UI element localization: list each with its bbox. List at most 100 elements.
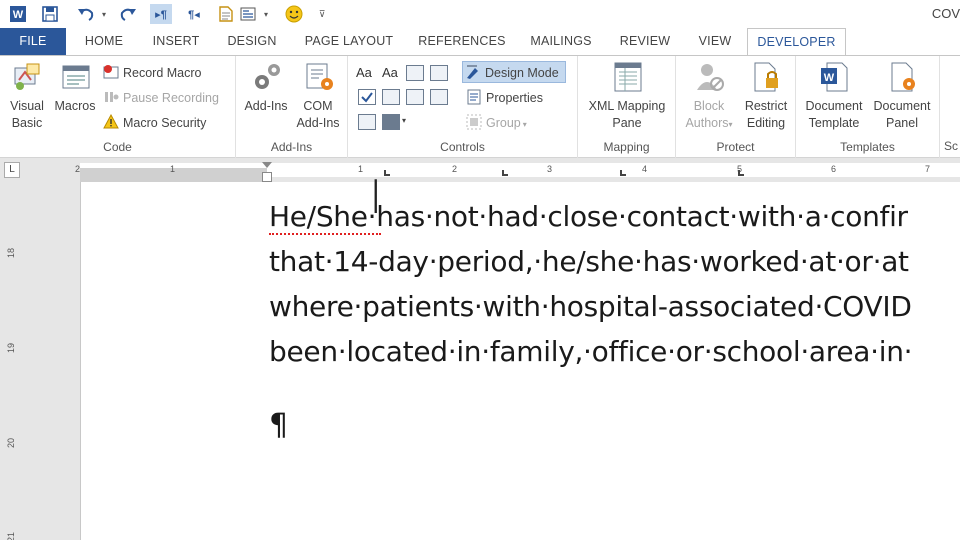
dropdown-list-control-icon[interactable] — [406, 89, 424, 105]
rtl-paragraph-icon[interactable]: ¶◂ — [184, 4, 204, 24]
rich-text-control[interactable]: Aa — [356, 62, 372, 84]
visual-basic-button[interactable]: Visual Basic — [4, 60, 50, 132]
block-authors-label-1: Block — [693, 99, 725, 113]
ribbon-tabs: FILE HOME INSERT DESIGN PAGE LAYOUT REFE… — [0, 28, 960, 56]
document-line[interactable]: where·patients·with·hospital-associated·… — [269, 290, 912, 323]
macros-button[interactable]: Macros — [52, 60, 98, 115]
properties-button[interactable]: Properties — [466, 87, 543, 109]
tab-review[interactable]: REVIEW — [612, 28, 678, 55]
text-box-icon[interactable] — [238, 4, 258, 24]
add-ins-button[interactable]: Add-Ins — [240, 60, 292, 115]
word-app-icon[interactable]: W — [8, 4, 28, 24]
horizontal-ruler[interactable]: L 2 1 1 2 3 4 5 6 7 — [0, 158, 960, 182]
paragraph-mark: ¶ — [269, 408, 289, 443]
com-add-ins-label-1: COM — [303, 99, 333, 113]
tab-home[interactable]: HOME — [74, 28, 134, 55]
com-add-ins-icon — [302, 60, 334, 96]
legacy-tools-dropdown-icon[interactable]: ▾ — [402, 110, 406, 132]
document-panel-icon — [886, 60, 918, 96]
checkbox-control-icon[interactable] — [358, 89, 376, 105]
document-title: COV — [931, 6, 960, 21]
block-authors-label-2: Authors — [685, 116, 729, 130]
tab-insert[interactable]: INSERT — [145, 28, 207, 55]
tab-stop-marker[interactable] — [384, 170, 390, 176]
undo-icon[interactable] — [76, 4, 96, 24]
document-page[interactable]: He/She·has·not·had·close·contact·with·a·… — [80, 170, 960, 540]
xml-mapping-pane-button[interactable]: XML Mapping Pane — [580, 60, 674, 132]
ruler-number: 2 — [75, 164, 81, 174]
pause-recording-button[interactable]: Pause Recording — [103, 87, 219, 109]
tab-page-layout[interactable]: PAGE LAYOUT — [298, 28, 400, 55]
smiley-icon[interactable] — [284, 4, 304, 24]
tab-mailings[interactable]: MAILINGS — [522, 28, 600, 55]
block-authors-button[interactable]: Block Authors▾ — [680, 60, 738, 133]
xml-mapping-label-2: Pane — [612, 116, 642, 130]
group-button[interactable]: Group ▾ — [466, 112, 527, 134]
group-label: Group — [486, 116, 521, 130]
tab-file[interactable]: FILE — [0, 28, 66, 55]
hanging-indent-marker[interactable] — [262, 172, 272, 182]
tab-developer[interactable]: DEVELOPER — [747, 28, 846, 56]
restrict-editing-button[interactable]: Restrict Editing — [738, 60, 794, 132]
group-templates: W Document Template Document Panel Templ… — [796, 56, 940, 158]
com-add-ins-button[interactable]: COM Add-Ins — [292, 60, 344, 132]
document-template-icon: W — [818, 60, 850, 96]
tab-design[interactable]: DESIGN — [220, 28, 284, 55]
date-picker-control-icon[interactable] — [430, 89, 448, 105]
controls-group-label: Controls — [440, 140, 485, 154]
add-ins-group-label: Add-Ins — [270, 140, 313, 154]
tab-stop-marker[interactable] — [502, 170, 508, 176]
visual-basic-label-1: Visual — [10, 99, 44, 113]
building-block-control-icon[interactable] — [430, 65, 448, 81]
repeating-section-control-icon[interactable] — [358, 114, 376, 130]
vruler-number: 20 — [6, 437, 17, 449]
document-line[interactable]: He/She·has·not·had·close·contact·with·a·… — [269, 200, 908, 233]
combo-box-control-icon[interactable] — [382, 89, 400, 105]
group-icon — [466, 114, 482, 130]
document-template-button[interactable]: W Document Template — [800, 60, 868, 132]
plain-text-control[interactable]: Aa — [382, 62, 398, 84]
tab-stop-marker[interactable] — [620, 170, 626, 176]
restrict-editing-label-1: Restrict — [744, 99, 788, 113]
tab-stop-marker[interactable] — [738, 170, 744, 176]
ruler-number: 2 — [452, 164, 458, 174]
first-line-indent-marker[interactable] — [262, 162, 272, 168]
redo-icon[interactable] — [118, 4, 138, 24]
macro-security-button[interactable]: Macro Security — [103, 112, 206, 134]
block-authors-label-2-row: Authors▾ — [680, 115, 738, 133]
ruler-number: 6 — [831, 164, 837, 174]
tab-view[interactable]: VIEW — [690, 28, 740, 55]
properties-icon — [466, 89, 482, 105]
macros-label: Macros — [54, 99, 96, 113]
document-panel-label-1: Document — [873, 99, 931, 113]
vruler-number: 18 — [6, 247, 17, 259]
group-controls: Aa Aa ▾ Design Mode Properties Group ▾ Co… — [348, 56, 578, 158]
save-icon[interactable] — [40, 4, 60, 24]
restrict-editing-icon — [750, 60, 782, 96]
picture-control-icon[interactable] — [406, 65, 424, 81]
ltr-paragraph-icon[interactable]: ▸¶ — [150, 4, 172, 24]
vertical-ruler[interactable]: 18 19 20 21 — [0, 182, 22, 540]
restrict-editing-label-2: Editing — [746, 116, 786, 130]
macros-icon — [59, 60, 91, 96]
text-box-dropdown-icon[interactable]: ▾ — [256, 4, 276, 24]
vruler-number: 21 — [6, 531, 17, 540]
legacy-tools-icon[interactable] — [382, 114, 400, 130]
document-line[interactable]: that·14-day·period,·he/she·has·worked·at… — [269, 245, 909, 278]
undo-dropdown-icon[interactable]: ▾ — [94, 4, 114, 24]
record-macro-label: Record Macro — [123, 66, 202, 80]
quick-access-toolbar: W ▾ ▸¶ ¶◂ ▾ ⊽ COV — [0, 0, 960, 28]
customize-qat-icon[interactable]: ⊽ — [312, 4, 332, 24]
document-panel-button[interactable]: Document Panel — [868, 60, 936, 132]
ribbon: Visual Basic Macros Record Macro Pause R… — [0, 55, 960, 158]
new-document-icon[interactable] — [216, 4, 236, 24]
text-cursor-icon: I — [369, 170, 383, 224]
ruler-number: 3 — [547, 164, 553, 174]
document-line[interactable]: been·located·in·family,·office·or·school… — [269, 335, 913, 368]
design-mode-button[interactable]: Design Mode — [462, 61, 566, 83]
warning-icon — [103, 113, 119, 130]
tab-stop-selector[interactable]: L — [4, 162, 20, 178]
record-macro-button[interactable]: Record Macro — [103, 62, 202, 84]
tab-references[interactable]: REFERENCES — [414, 28, 510, 55]
group-mapping: XML Mapping Pane Mapping — [578, 56, 676, 158]
